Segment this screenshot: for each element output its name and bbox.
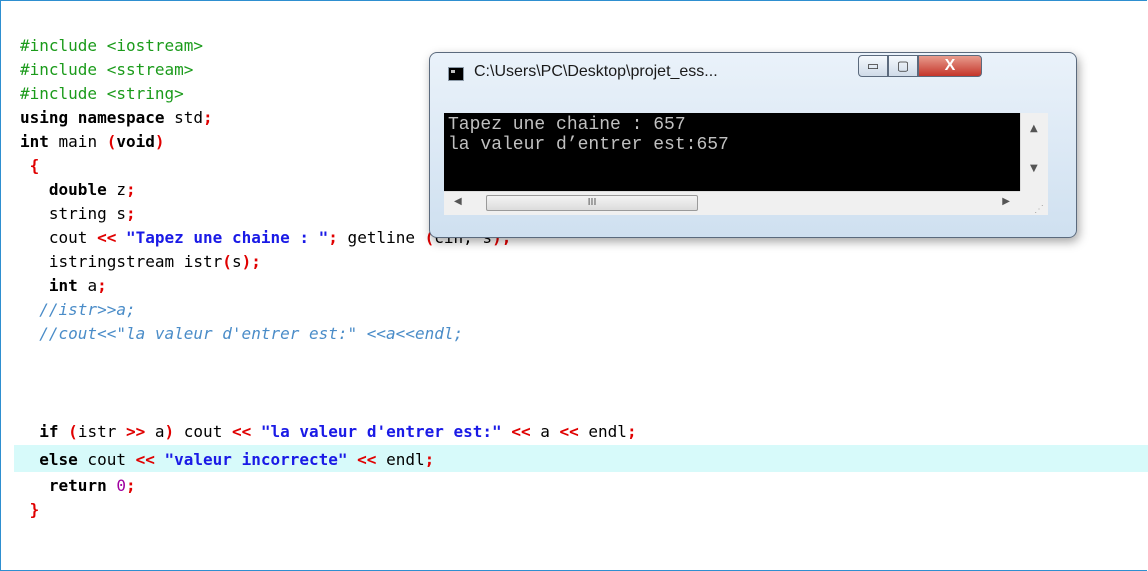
identifier: getline <box>337 228 425 247</box>
code-line-14: if (istr >> a) cout << "la valeur d'entr… <box>20 420 637 444</box>
code-line-15: else cout << "valeur incorrecte" << endl… <box>20 448 434 472</box>
keyword: double <box>48 180 107 199</box>
scroll-down-icon[interactable]: ▼ <box>1030 163 1038 174</box>
paren: ) <box>154 132 165 151</box>
identifier: a <box>77 276 98 295</box>
operator: << <box>511 422 531 441</box>
operator: << <box>559 422 579 441</box>
semicolon: ; <box>97 276 107 295</box>
preprocessor-include: #include <sstream> <box>20 60 194 79</box>
code-line-12: //istr>>a; <box>20 298 136 322</box>
maximize-button[interactable]: ▢ <box>888 55 918 77</box>
operator: << <box>135 450 155 469</box>
semicolon: ; <box>125 204 136 223</box>
identifier: endl <box>578 422 627 441</box>
operator: << <box>231 422 252 441</box>
semicolon: ; <box>328 228 338 247</box>
string-literal: "Tapez une chaine : " <box>125 228 329 247</box>
keyword: int <box>20 132 49 151</box>
preprocessor-include: #include <string> <box>20 84 184 103</box>
maximize-icon: ▢ <box>896 58 910 73</box>
semicolon: ; <box>424 450 435 469</box>
paren: ) <box>241 252 252 271</box>
paren: ( <box>68 422 78 441</box>
console-line-2: la valeur d’entrer est:657 <box>448 135 729 155</box>
keyword: else <box>39 450 78 469</box>
code-line-17: } <box>20 498 40 522</box>
vertical-scrollbar[interactable]: ▲ ▼ <box>1020 113 1048 191</box>
brace: } <box>29 500 40 519</box>
identifier: cout <box>174 422 232 441</box>
code-line-4: using namespace std; <box>20 106 213 130</box>
identifier: istringstream istr <box>48 252 223 271</box>
code-line-7: double z; <box>20 178 136 202</box>
scroll-left-icon[interactable]: ◀ <box>454 196 462 207</box>
identifier: endl <box>376 450 425 469</box>
code-line-3: #include <string> <box>20 82 184 106</box>
paren: ( <box>106 132 117 151</box>
comment: //istr>>a; <box>39 300 136 319</box>
code-line-5: int main (void) <box>20 130 165 154</box>
paren: ) <box>164 422 175 441</box>
close-button[interactable]: X <box>918 55 982 77</box>
semicolon: ; <box>251 252 261 271</box>
code-line-16: return 0; <box>20 474 136 498</box>
horizontal-scroll-thumb[interactable]: III <box>486 195 698 211</box>
close-icon: X <box>944 57 956 74</box>
operator: << <box>97 228 117 247</box>
code-line-13: //cout<<"la valeur d'entrer est:" <<a<<e… <box>20 322 463 346</box>
keyword: return <box>48 476 107 495</box>
console-window-title: C:\Users\PC\Desktop\projet_ess... <box>474 63 718 80</box>
console-output[interactable]: Tapez une chaine : 657 la valeur d’entre… <box>444 113 1020 191</box>
keyword: int <box>48 276 78 295</box>
number-literal: 0 <box>116 476 126 495</box>
minimize-button[interactable]: ▭ <box>858 55 888 77</box>
console-window[interactable]: C:\Users\PC\Desktop\projet_ess... ▭ ▢ X … <box>429 52 1077 238</box>
brace: { <box>29 156 40 175</box>
scroll-right-icon[interactable]: ▶ <box>1002 196 1010 207</box>
console-line-1: Tapez une chaine : 657 <box>448 115 686 135</box>
resize-grip-icon[interactable] <box>1020 191 1048 215</box>
semicolon: ; <box>203 108 213 127</box>
console-app-icon[interactable] <box>448 67 464 81</box>
identifier: z <box>106 180 126 199</box>
minimize-icon: ▭ <box>866 58 880 73</box>
code-line-8: string s; <box>20 202 136 226</box>
horizontal-scrollbar[interactable]: ◀ III ▶ <box>444 191 1020 215</box>
identifier: a <box>145 422 165 441</box>
string-literal: "la valeur d'entrer est:" <box>260 422 502 441</box>
operator: >> <box>125 422 146 441</box>
code-line-11: int a; <box>20 274 107 298</box>
preprocessor-include: #include <iostream> <box>20 36 204 55</box>
keyword: void <box>116 132 155 151</box>
keyword: using namespace <box>20 108 165 127</box>
semicolon: ; <box>125 476 136 495</box>
code-line-10: istringstream istr(s); <box>20 250 261 274</box>
scroll-up-icon[interactable]: ▲ <box>1030 123 1038 134</box>
code-line-1: #include <iostream> <box>20 34 203 58</box>
code-line-2: #include <sstream> <box>20 58 193 82</box>
identifier: cout <box>48 228 98 247</box>
semicolon: ; <box>626 422 637 441</box>
string-literal: "valeur incorrecte" <box>164 450 348 469</box>
identifier: string s <box>48 204 126 223</box>
identifier: a <box>530 422 560 441</box>
identifier: main <box>48 132 107 151</box>
semicolon: ; <box>125 180 136 199</box>
comment: //cout<<"la valeur d'entrer est:" <<a<<e… <box>39 324 464 343</box>
operator: << <box>357 450 377 469</box>
identifier: cout <box>77 450 136 469</box>
identifier: std <box>164 108 204 127</box>
paren: ( <box>222 252 232 271</box>
keyword: if <box>39 422 59 441</box>
window-controls: ▭ ▢ X <box>858 55 982 79</box>
identifier: s <box>231 252 242 271</box>
code-line-6: { <box>20 154 40 178</box>
identifier: istr <box>77 422 126 441</box>
